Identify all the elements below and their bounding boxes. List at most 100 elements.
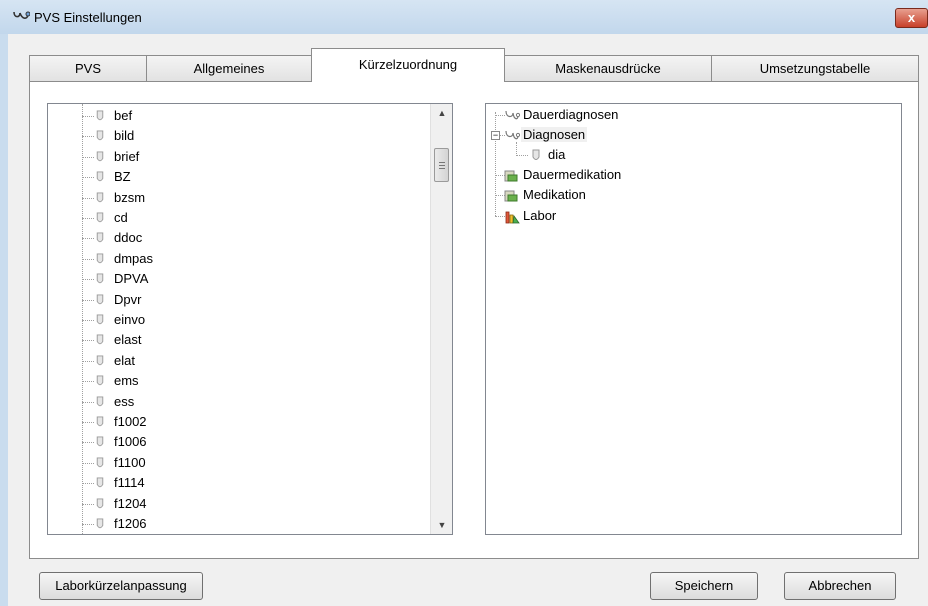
collapse-toggle-icon[interactable]: − [491, 131, 500, 140]
list-item-label: f1006 [114, 434, 147, 450]
list-item-label: bild [114, 128, 135, 144]
tab-allgemeines[interactable]: Allgemeines [146, 55, 312, 81]
medication-icon [504, 190, 518, 202]
tree-connector [82, 401, 94, 403]
tree-connector [82, 462, 94, 464]
list-item[interactable]: ess [82, 392, 422, 412]
grip-line [439, 168, 445, 169]
stethoscope-icon [505, 110, 520, 120]
list-item[interactable]: cd [82, 208, 422, 228]
list-item-label: DPVA [114, 271, 149, 287]
close-icon: x [907, 10, 916, 25]
list-item[interactable]: elast [82, 330, 422, 350]
list-item-label: f1114 [114, 475, 145, 491]
list-item[interactable]: ems [82, 371, 422, 391]
list-item[interactable]: dmpas [82, 249, 422, 269]
pin-icon [96, 375, 104, 386]
cancel-button[interactable]: Abbrechen [784, 572, 896, 600]
list-item-label: BZ [114, 169, 131, 185]
pin-icon [96, 436, 104, 447]
lab-flask-icon [505, 211, 520, 224]
close-button[interactable]: x [895, 8, 928, 28]
list-item-label: dmpas [114, 250, 154, 266]
list-item-label: Dpvr [114, 291, 142, 307]
title-bar: PVS Einstellungen x [0, 0, 928, 34]
scroll-up-arrow-icon[interactable]: ▲ [431, 104, 453, 122]
pin-icon [96, 498, 104, 508]
pin-icon [96, 334, 104, 345]
list-item[interactable]: Dpvr [82, 290, 422, 310]
list-item-label: f1204 [114, 495, 147, 511]
tree-connector [82, 156, 94, 158]
tree-connector [82, 320, 94, 321]
list-item[interactable]: brief [82, 147, 422, 167]
pin-icon [532, 149, 540, 160]
list-item[interactable]: f1002 [82, 412, 422, 432]
tree-connector [82, 422, 94, 423]
tree-connector [516, 155, 528, 156]
pin-icon [96, 151, 104, 162]
list-item-label: bzsm [114, 189, 146, 205]
kuerzel-list[interactable]: bef bild brief BZ bzsm cd ddoc dmpas DPVA Dpvr ein… [47, 103, 453, 535]
list-item[interactable]: BZ [82, 167, 422, 187]
pin-icon [96, 396, 104, 406]
grip-line [439, 165, 445, 166]
pin-icon [96, 416, 104, 427]
list-item[interactable]: f1114 [82, 473, 422, 493]
list-item-label: ems [114, 373, 139, 389]
pin-icon [96, 294, 104, 304]
list-scrollbar[interactable]: ▲ ▼ [430, 104, 452, 534]
scroll-down-arrow-icon[interactable]: ▼ [431, 516, 453, 534]
window-title: PVS Einstellungen [34, 10, 142, 25]
list-item[interactable]: bzsm [82, 188, 422, 208]
medication-icon [504, 170, 518, 182]
list-item[interactable]: f1006 [82, 432, 422, 452]
list-item[interactable]: DPVA [82, 269, 422, 289]
tree-node-label: Medikation [523, 187, 586, 202]
tree-node-label: Diagnosen [521, 127, 588, 142]
pin-icon [96, 130, 104, 141]
tab-pvs[interactable]: PVS [29, 55, 147, 81]
pin-icon [96, 457, 104, 468]
pin-icon [96, 273, 104, 284]
tree-connector [82, 238, 94, 240]
list-item-label: einvo [114, 312, 146, 327]
assignment-tree[interactable]: Dauerdiagnosen − Diagnosen dia Dauermedi… [485, 103, 902, 535]
pin-icon [96, 212, 104, 223]
tree-connector [82, 483, 94, 485]
list-item[interactable]: bef [82, 106, 422, 126]
tree-connector [82, 524, 94, 525]
list-item-label: cd [114, 210, 128, 225]
tree-node-label: Dauermedikation [523, 167, 622, 182]
pin-icon [96, 110, 104, 121]
tree-connector [82, 116, 94, 117]
tree-connector [516, 142, 517, 156]
tree-connector [82, 197, 94, 199]
tree-connector [82, 136, 94, 138]
tab-umsetzungstabelle[interactable]: Umsetzungstabelle [711, 55, 919, 81]
pin-icon [96, 171, 104, 182]
list-item[interactable]: einvo [82, 310, 422, 330]
grip-line [439, 162, 445, 163]
tab-maskenausdruecke[interactable]: Maskenausdrücke [504, 55, 712, 81]
tree-connector [82, 258, 94, 260]
scroll-thumb[interactable] [434, 148, 449, 182]
list-item-label: ddoc [114, 230, 143, 246]
tree-node-label: Dauerdiagnosen [523, 107, 619, 122]
list-item[interactable]: ddoc [82, 228, 422, 248]
list-item-label: f1206 [114, 516, 147, 531]
tree-connector [82, 503, 94, 505]
pin-icon [96, 314, 104, 325]
tree-connector [82, 360, 94, 362]
list-item[interactable]: f1100 [82, 453, 422, 473]
tab-kuerzelzuordnung[interactable]: Kürzelzuordnung [311, 48, 505, 82]
list-item[interactable]: f1206 [82, 514, 422, 534]
tree-node-label: Labor [523, 208, 557, 223]
tree-connector [82, 442, 94, 444]
list-item[interactable]: bild [82, 126, 422, 146]
save-button[interactable]: Speichern [650, 572, 758, 600]
stethoscope-icon [505, 130, 520, 140]
list-item[interactable]: f1204 [82, 494, 422, 514]
labor-kuerzel-button[interactable]: Laborkürzelanpassung [39, 572, 203, 600]
list-item[interactable]: elat [82, 351, 422, 371]
